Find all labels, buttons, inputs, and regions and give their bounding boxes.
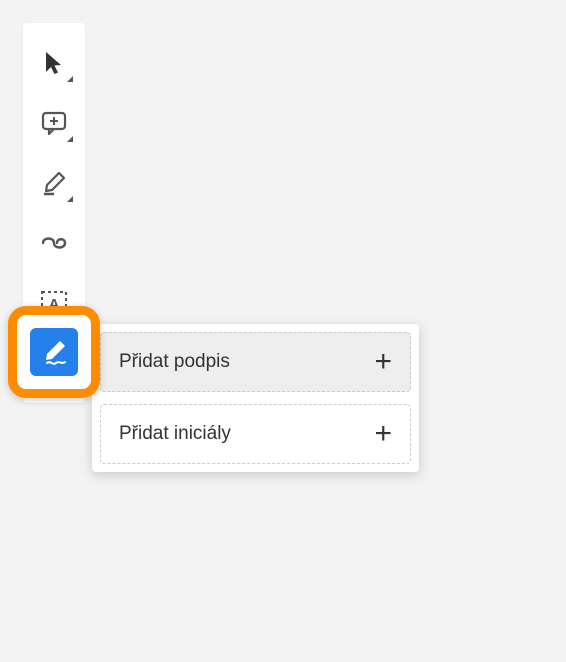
add-signature-label: Přidat podpis <box>119 351 230 373</box>
plus-icon: + <box>374 347 392 377</box>
sign-tool-button[interactable] <box>30 328 78 376</box>
highlighter-icon <box>40 169 68 197</box>
comment-tool-button[interactable] <box>31 100 77 146</box>
add-initials-button[interactable]: Přidat iniciály + <box>100 404 411 464</box>
cursor-icon <box>43 50 65 76</box>
add-signature-button[interactable]: Přidat podpis + <box>100 332 411 392</box>
comment-icon <box>41 110 67 136</box>
select-tool-button[interactable] <box>31 40 77 86</box>
pen-signature-icon <box>38 336 70 368</box>
freehand-icon <box>40 233 68 253</box>
signature-popup: Přidat podpis + Přidat iniciály + <box>92 324 419 472</box>
highlight-tool-button[interactable] <box>31 160 77 206</box>
plus-icon: + <box>374 419 392 449</box>
add-initials-label: Přidat iniciály <box>119 423 231 445</box>
sign-tool-highlight <box>8 306 100 398</box>
draw-tool-button[interactable] <box>31 220 77 266</box>
